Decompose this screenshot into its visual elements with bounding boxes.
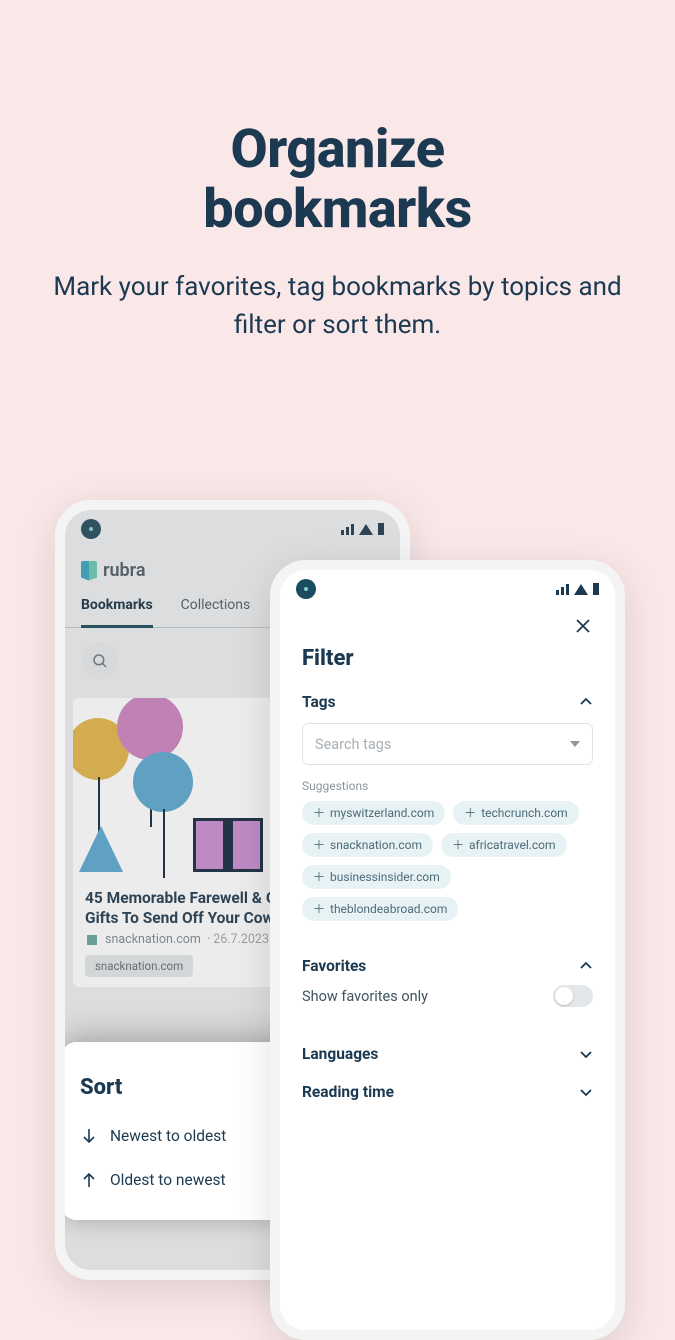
tag-pill[interactable]: ＋ myswitzerland.com <box>302 801 445 825</box>
section-favorites: Favorites Show favorites only <box>302 939 593 1029</box>
status-bar <box>280 570 615 608</box>
card-date: · 26.7.2023 <box>207 932 269 947</box>
section-label: Favorites <box>302 957 366 975</box>
pill-label: techcrunch.com <box>481 806 567 820</box>
battery-icon <box>593 583 599 595</box>
favorites-toggle[interactable] <box>553 985 593 1007</box>
sort-option-label: Oldest to newest <box>110 1171 226 1189</box>
section-header-favorites[interactable]: Favorites <box>302 957 593 975</box>
battery-icon <box>378 523 384 535</box>
pill-label: businessinsider.com <box>330 870 440 884</box>
section-label: Reading time <box>302 1083 394 1101</box>
section-tags: Tags Search tags Suggestions ＋ myswitzerl… <box>302 685 593 939</box>
camera-dot-icon <box>81 519 101 539</box>
section-reading-time: Reading time <box>302 1079 593 1117</box>
hero-title: Organize bookmarks <box>0 120 675 241</box>
balloon-icon <box>117 698 183 760</box>
source-icon <box>82 930 102 950</box>
section-header-languages[interactable]: Languages <box>302 1045 593 1063</box>
plus-icon: ＋ <box>452 839 464 851</box>
chevron-up-icon <box>579 695 593 709</box>
search-icon <box>91 652 109 670</box>
plus-icon: ＋ <box>313 807 325 819</box>
arrow-down-icon <box>82 1128 96 1144</box>
signal-icon <box>341 524 354 535</box>
input-placeholder: Search tags <box>315 736 391 753</box>
suggestion-pills: ＋ myswitzerland.com ＋ techcrunch.com ＋ snac… <box>302 801 593 921</box>
status-bar <box>65 510 400 548</box>
wifi-icon <box>359 524 373 535</box>
gift-icon <box>193 818 263 872</box>
balloon-icon <box>133 752 193 812</box>
phone-filter: Filter Tags Search tags Suggestions <box>270 560 625 1340</box>
filter-title: Filter <box>302 646 593 671</box>
section-header-reading-time[interactable]: Reading time <box>302 1083 593 1101</box>
wifi-icon <box>574 584 588 595</box>
tag-search-input[interactable]: Search tags <box>302 723 593 765</box>
plus-icon: ＋ <box>313 871 325 883</box>
pill-label: theblondeabroad.com <box>330 902 447 916</box>
search-button[interactable] <box>81 642 119 680</box>
favorites-toggle-label: Show favorites only <box>302 988 428 1005</box>
chevron-up-icon <box>579 959 593 973</box>
tab-bookmarks[interactable]: Bookmarks <box>81 597 153 628</box>
tag-pill[interactable]: ＋ snacknation.com <box>302 833 433 857</box>
suggestions-label: Suggestions <box>302 779 593 793</box>
party-hat-icon <box>79 826 123 872</box>
status-icons <box>341 523 384 535</box>
tag-pill[interactable]: ＋ theblondeabroad.com <box>302 897 458 921</box>
close-button[interactable] <box>569 612 597 640</box>
tag-chip[interactable]: snacknation.com <box>85 955 193 977</box>
pill-label: myswitzerland.com <box>330 806 434 820</box>
tag-pill[interactable]: ＋ businessinsider.com <box>302 865 451 889</box>
chevron-down-icon <box>579 1047 593 1061</box>
plus-icon: ＋ <box>313 903 325 915</box>
pill-label: africatravel.com <box>469 838 556 852</box>
dropdown-caret-icon <box>570 741 580 747</box>
arrow-up-icon <box>82 1172 96 1188</box>
hero-subtitle: Mark your favorites, tag bookmarks by to… <box>0 269 675 344</box>
close-icon <box>575 618 591 634</box>
tab-collections[interactable]: Collections <box>181 597 251 627</box>
card-domain: snacknation.com <box>105 932 201 947</box>
brand-logo-icon <box>81 561 97 581</box>
pill-label: snacknation.com <box>330 838 422 852</box>
plus-icon: ＋ <box>464 807 476 819</box>
signal-icon <box>556 584 569 595</box>
tag-pill[interactable]: ＋ africatravel.com <box>441 833 567 857</box>
camera-dot-icon <box>296 579 316 599</box>
section-header-tags[interactable]: Tags <box>302 693 593 711</box>
section-languages: Languages <box>302 1029 593 1079</box>
section-label: Tags <box>302 693 336 711</box>
tag-pill[interactable]: ＋ techcrunch.com <box>453 801 579 825</box>
hero-title-line1: Organize <box>230 118 444 181</box>
brand-name: rubra <box>103 560 146 581</box>
chevron-down-icon <box>579 1085 593 1099</box>
status-icons <box>556 583 599 595</box>
sort-option-label: Newest to oldest <box>110 1127 226 1145</box>
hero-title-line2: bookmarks <box>203 178 471 241</box>
plus-icon: ＋ <box>313 839 325 851</box>
hero: Organize bookmarks Mark your favorites, … <box>0 0 675 344</box>
section-label: Languages <box>302 1045 378 1063</box>
